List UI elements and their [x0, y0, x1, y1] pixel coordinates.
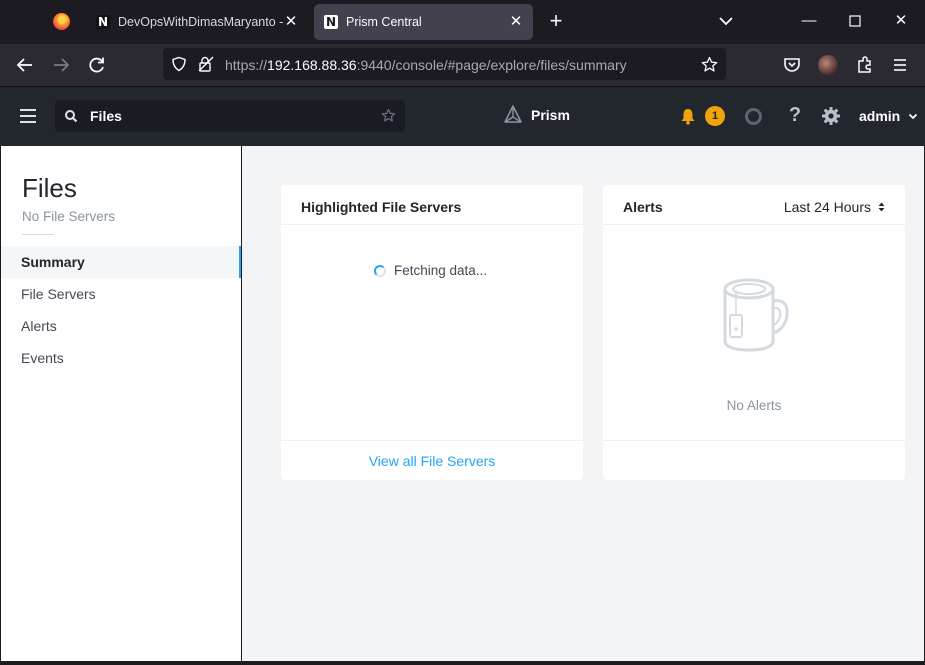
page-subtitle: No File Servers	[22, 209, 116, 224]
reload-icon[interactable]	[87, 55, 107, 75]
sidebar: Files No File Servers Summary File Serve…	[1, 146, 241, 661]
url-text[interactable]: https://192.168.88.36:9440/console/#page…	[225, 57, 627, 73]
page-title: Files	[22, 173, 77, 203]
divider	[22, 234, 54, 235]
list-tabs-chevron-icon[interactable]	[717, 14, 735, 28]
forward-icon[interactable]	[51, 55, 71, 75]
spinner-icon	[374, 264, 386, 277]
username: admin	[859, 108, 901, 124]
sidebar-item-events[interactable]: Events	[1, 342, 241, 374]
app-menu-icon[interactable]	[890, 55, 910, 75]
tab-title: DevOpsWithDimasMaryanto - N	[118, 15, 284, 29]
main-content: Highlighted File Servers Fetching data..…	[242, 146, 924, 661]
brand-name: Prism	[531, 107, 570, 123]
minimize-icon[interactable]: —	[800, 12, 818, 30]
sidebar-menu: Summary File Servers Alerts Events	[1, 246, 241, 374]
nutanix-favicon-icon: N	[324, 15, 338, 29]
loading-indicator: Fetching data...	[374, 263, 487, 278]
sidebar-item-alerts[interactable]: Alerts	[1, 310, 241, 342]
alert-count-badge[interactable]: 1	[705, 106, 725, 126]
browser-tab-devops[interactable]: N DevOpsWithDimasMaryanto - N ✕	[86, 4, 308, 40]
prism-header: Files Prism 1 ? admin	[0, 86, 925, 146]
prism-brand[interactable]: Prism	[503, 105, 570, 125]
card-footer: View all File Servers	[281, 440, 583, 480]
entity-search-input[interactable]: Files	[55, 100, 405, 132]
navigation-bar: https://192.168.88.36:9440/console/#page…	[0, 44, 925, 86]
card-title: Alerts	[623, 199, 663, 215]
time-range-select[interactable]: Last 24 Hours	[784, 199, 885, 215]
gear-icon[interactable]	[821, 106, 841, 126]
shield-icon[interactable]	[171, 56, 187, 72]
view-all-file-servers-link[interactable]: View all File Servers	[281, 441, 583, 481]
tab-strip: N DevOpsWithDimasMaryanto - N ✕ N Prism …	[0, 0, 925, 44]
url-path: :9440/console/#page/explore/files/summar…	[356, 57, 627, 73]
prism-logo-icon	[504, 105, 522, 123]
insecure-lock-icon[interactable]	[197, 55, 215, 73]
tab-title: Prism Central	[346, 15, 422, 29]
extensions-puzzle-icon[interactable]	[855, 55, 875, 75]
bell-icon[interactable]	[679, 107, 697, 125]
empty-mug-icon	[723, 278, 789, 352]
firefox-icon[interactable]	[53, 13, 70, 30]
browser-window: N DevOpsWithDimasMaryanto - N ✕ N Prism …	[0, 0, 925, 665]
sort-arrows-icon	[878, 202, 885, 212]
sidebar-item-file-servers[interactable]: File Servers	[1, 278, 241, 310]
sidebar-item-summary[interactable]: Summary	[1, 246, 241, 278]
help-icon[interactable]: ?	[787, 105, 803, 125]
loading-text: Fetching data...	[394, 263, 488, 278]
card-title: Highlighted File Servers	[301, 199, 462, 215]
maximize-icon[interactable]	[846, 12, 864, 30]
url-host: 192.168.88.36	[267, 57, 357, 73]
search-value: Files	[90, 108, 122, 124]
task-status-icon[interactable]	[745, 108, 762, 125]
url-prefix: https://	[225, 57, 268, 73]
time-range-value: Last 24 Hours	[783, 199, 871, 215]
no-alerts-text: No Alerts	[726, 398, 782, 413]
chevron-down-icon	[909, 113, 918, 119]
url-bar[interactable]: https://192.168.88.36:9440/console/#page…	[163, 48, 726, 80]
card-header: Alerts Last 24 Hours	[603, 185, 905, 225]
bookmark-star-icon[interactable]	[701, 56, 718, 73]
close-window-icon[interactable]: ✕	[892, 12, 910, 30]
alerts-card: Alerts Last 24 Hours No Alerts	[603, 185, 905, 480]
back-icon[interactable]	[15, 55, 35, 75]
close-tab-icon[interactable]: ✕	[284, 14, 298, 29]
card-footer	[603, 440, 905, 480]
extension-avatar-icon[interactable]	[818, 55, 838, 75]
browser-tab-prism-central[interactable]: N Prism Central ✕	[314, 4, 533, 40]
card-header: Highlighted File Servers	[281, 185, 583, 225]
pocket-icon[interactable]	[782, 55, 802, 75]
favorite-star-icon[interactable]	[381, 108, 396, 123]
hamburger-menu-icon[interactable]	[20, 109, 36, 123]
close-tab-icon[interactable]: ✕	[509, 14, 523, 29]
user-menu[interactable]: admin	[859, 108, 918, 124]
nutanix-favicon-icon: N	[96, 15, 110, 29]
new-tab-icon[interactable]: +	[547, 10, 565, 32]
highlighted-file-servers-card: Highlighted File Servers Fetching data..…	[281, 185, 583, 480]
search-icon	[65, 110, 78, 123]
